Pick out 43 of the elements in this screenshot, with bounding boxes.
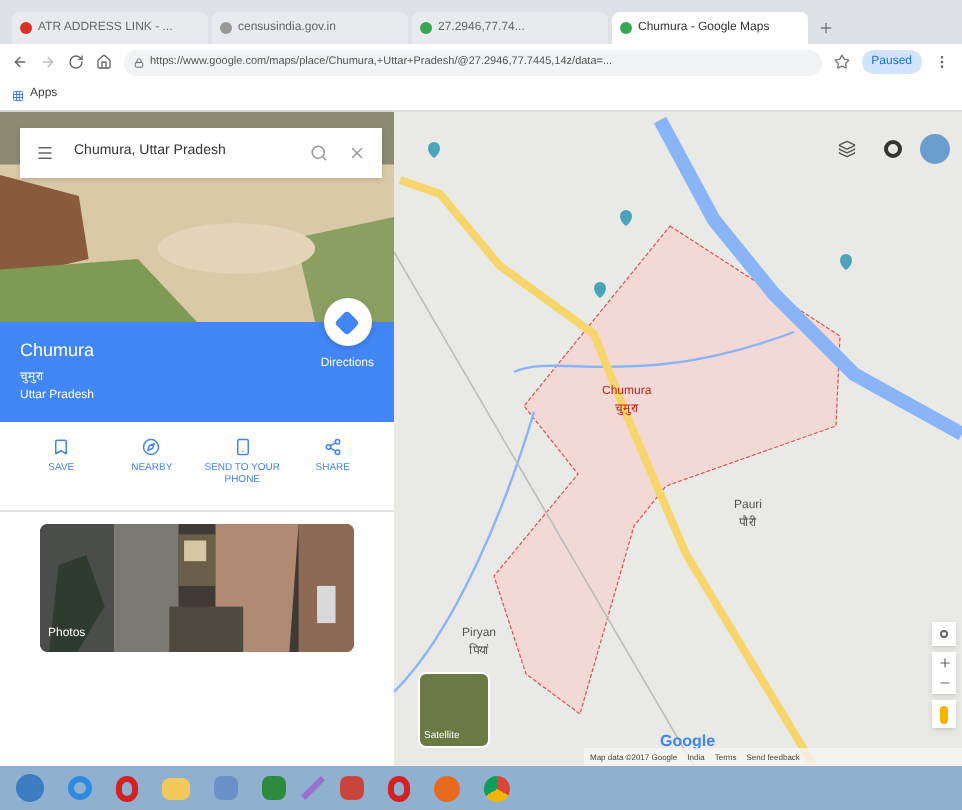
location-icon[interactable] (932, 622, 956, 646)
apps-icon (12, 89, 24, 101)
place-title: Chumura (20, 338, 97, 364)
start-icon[interactable] (16, 774, 44, 802)
new-tab-icon[interactable] (818, 20, 834, 36)
share-icon (323, 438, 342, 456)
menu-icon[interactable] (36, 144, 54, 162)
pin-icon (594, 282, 606, 298)
search-icon[interactable] (310, 144, 328, 162)
reload-icon[interactable] (68, 54, 84, 70)
browser-icon[interactable] (388, 775, 410, 801)
zoom-out-icon[interactable] (937, 676, 951, 690)
compass-icon (142, 438, 161, 456)
favicon-icon (420, 22, 432, 34)
pin-icon (840, 254, 852, 270)
folder-icon[interactable] (162, 777, 190, 799)
back-icon[interactable] (12, 54, 28, 70)
directions-button[interactable] (323, 298, 372, 346)
star-icon[interactable] (833, 54, 850, 70)
close-icon[interactable] (348, 144, 366, 162)
spreadsheet-icon[interactable] (262, 776, 286, 800)
app-icon[interactable] (214, 776, 238, 800)
browser-icon[interactable] (434, 775, 460, 801)
account-icon[interactable] (884, 140, 902, 158)
bookmark-icon (52, 438, 71, 456)
favicon-icon (620, 22, 632, 34)
document-icon[interactable] (340, 776, 364, 800)
forward-icon[interactable] (40, 54, 56, 70)
zoom-in-icon[interactable] (937, 656, 951, 670)
favicon-icon (20, 22, 32, 34)
phone-icon (233, 438, 252, 456)
pin-icon (620, 210, 632, 226)
layers-icon[interactable] (838, 140, 856, 158)
lock-icon (134, 57, 144, 67)
browser-icon[interactable] (484, 775, 510, 801)
map-logo: Google (660, 730, 716, 754)
browser-icon[interactable] (116, 775, 138, 801)
browser-icon[interactable] (68, 776, 92, 800)
home-icon[interactable] (96, 54, 112, 70)
avatar-icon[interactable] (920, 134, 950, 164)
favicon-icon (220, 22, 232, 34)
pegman-icon[interactable] (932, 700, 956, 728)
pin-icon (428, 142, 440, 158)
